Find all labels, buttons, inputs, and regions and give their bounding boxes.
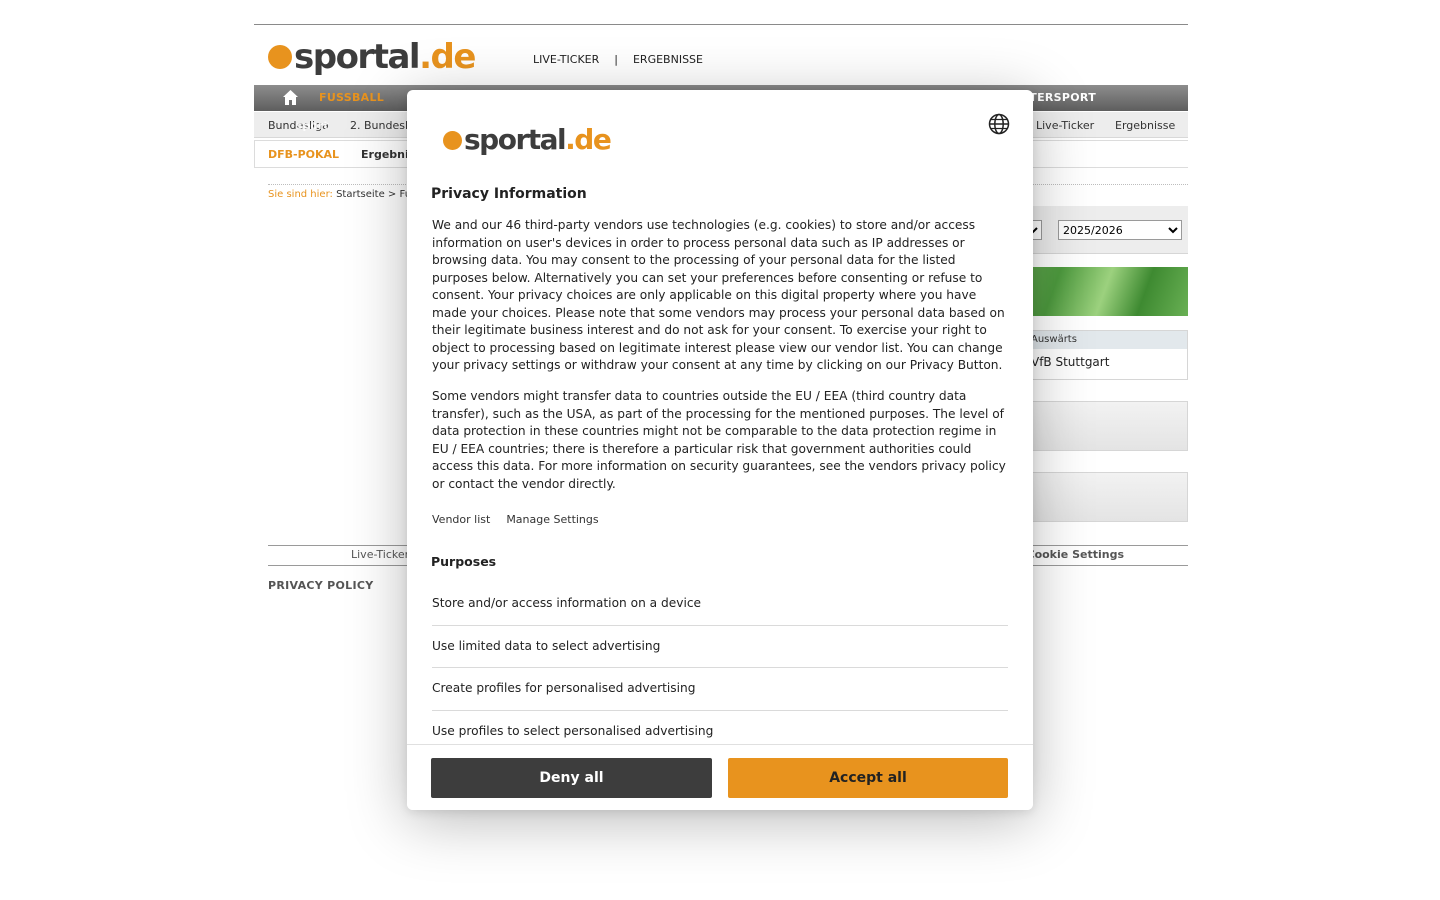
top-divider [254, 24, 1188, 25]
logo-wordmark: sportal.de [294, 37, 476, 77]
nav-motorsport[interactable]: TERSPORT [1029, 91, 1096, 104]
breadcrumb: Sie sind hier: Startseite > Fu [268, 189, 411, 200]
deny-all-button[interactable]: Deny all [431, 758, 712, 798]
competition-results-link[interactable]: Ergebni [361, 148, 409, 161]
subnav-live-ticker[interactable]: Live-Ticker [1036, 119, 1094, 132]
consent-dialog: sportal.de Privacy Information We and ou… [407, 90, 1033, 810]
purposes-heading: Purposes [431, 554, 497, 569]
top-navigation: LIVE-TICKER | ERGEBNISSE [533, 53, 703, 66]
consent-actions: Deny all Accept all [407, 744, 1033, 810]
consent-links: Vendor list Manage Settings [432, 513, 599, 526]
nav-fussball[interactable]: FUSSBALL [319, 91, 384, 104]
logo-dot [443, 130, 462, 150]
subnav-2-bundesliga[interactable]: 2. Bundesli [350, 119, 411, 132]
footer-live-ticker[interactable]: Live-Ticker [351, 548, 409, 561]
topnav-results[interactable]: ERGEBNISSE [633, 53, 703, 66]
site-logo[interactable]: sportal.de [268, 37, 476, 77]
subnav-overlay-text: sport [296, 119, 329, 132]
consent-description: We and our 46 third-party vendors use te… [432, 218, 1005, 372]
season-select[interactable]: 2025/2026 [1058, 220, 1182, 240]
globe-icon[interactable] [988, 113, 1010, 135]
purpose-item[interactable]: Use profiles to select personalised adve… [432, 711, 1008, 744]
accept-all-button[interactable]: Accept all [728, 758, 1008, 798]
footer-cookie-settings[interactable]: Cookie Settings [1027, 548, 1125, 561]
topnav-live-ticker[interactable]: LIVE-TICKER [533, 53, 599, 66]
competition-title[interactable]: DFB-POKAL [268, 148, 339, 161]
logo-dot [268, 45, 292, 69]
topnav-separator: | [614, 53, 618, 66]
footer-privacy-policy[interactable]: PRIVACY POLICY [268, 579, 374, 592]
vendor-list-link[interactable]: Vendor list [432, 513, 490, 526]
consent-logo: sportal.de [443, 123, 612, 156]
purpose-item[interactable]: Use limited data to select advertising [432, 626, 1008, 669]
purpose-item[interactable]: Store and/or access information on a dev… [432, 583, 1008, 626]
subnav-results[interactable]: Ergebnisse [1115, 119, 1175, 132]
breadcrumb-separator: > [387, 189, 397, 200]
purpose-item[interactable]: Create profiles for personalised adverti… [432, 668, 1008, 711]
home-icon[interactable] [282, 89, 299, 106]
manage-settings-link[interactable]: Manage Settings [506, 513, 598, 526]
consent-transfer-notice: Some vendors might transfer data to coun… [432, 389, 1006, 491]
logo-wordmark: sportal.de [464, 123, 612, 156]
purpose-list: Store and/or access information on a dev… [432, 583, 1008, 744]
breadcrumb-home[interactable]: Startseite [336, 189, 385, 200]
consent-scroll-area[interactable]: sportal.de Privacy Information We and ou… [407, 90, 1033, 744]
breadcrumb-label: Sie sind hier: [268, 189, 333, 200]
consent-title: Privacy Information [431, 186, 587, 202]
